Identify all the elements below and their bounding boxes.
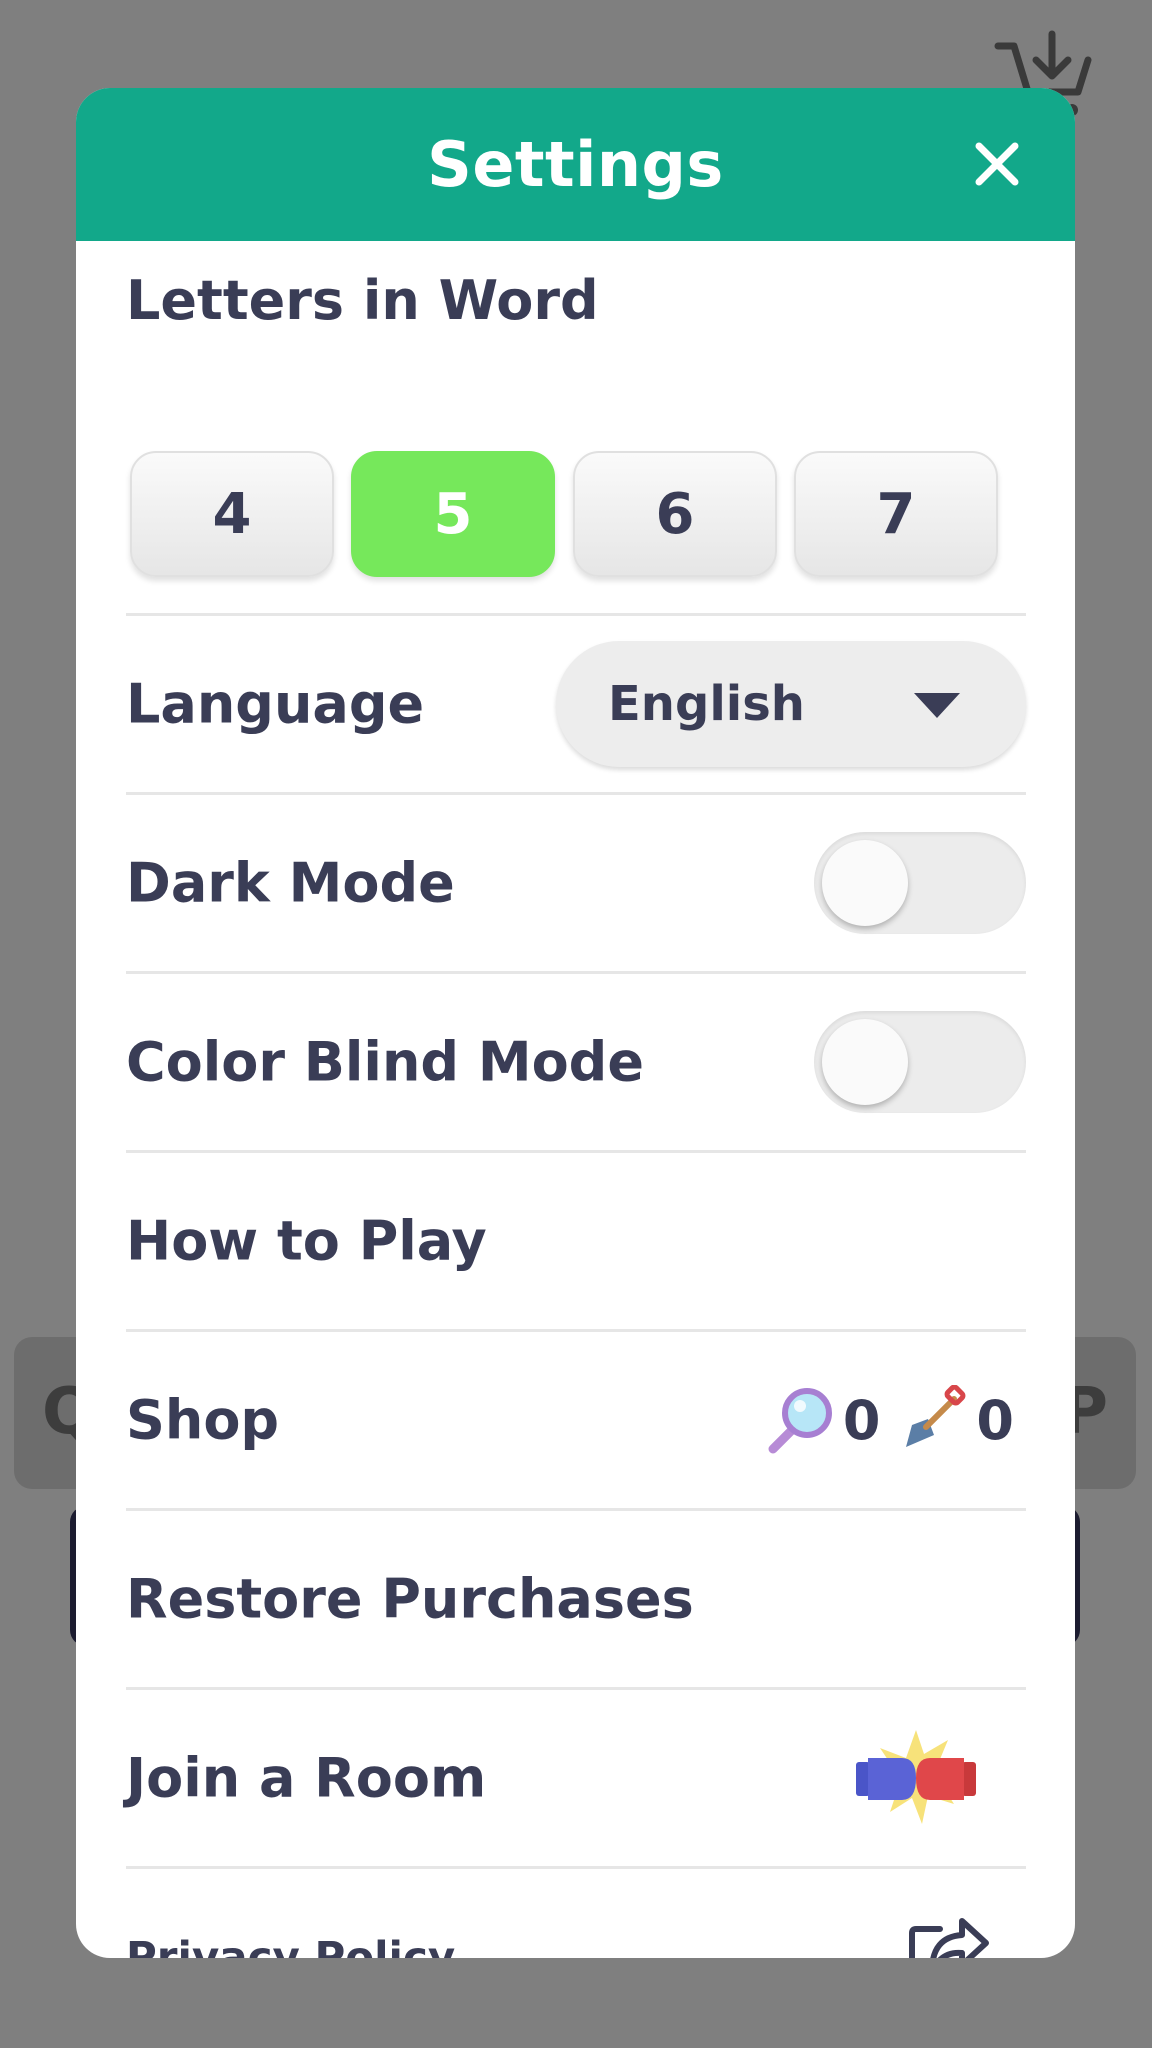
color-blind-mode-label: Color Blind Mode bbox=[126, 1030, 644, 1094]
restore-purchases-row[interactable]: Restore Purchases bbox=[126, 1508, 1026, 1687]
language-dropdown[interactable]: English bbox=[556, 641, 1026, 767]
magnifier-icon bbox=[768, 1388, 832, 1454]
letters-option-6[interactable]: 6 bbox=[573, 451, 777, 577]
privacy-policy-link[interactable]: Privacy Policy bbox=[126, 1933, 455, 1959]
dark-mode-row: Dark Mode bbox=[126, 792, 1026, 971]
toggle-knob bbox=[822, 840, 908, 926]
toggle-knob bbox=[822, 1019, 908, 1105]
how-to-play-label: How to Play bbox=[126, 1209, 487, 1273]
shovel-count: 0 bbox=[976, 1388, 1014, 1452]
restore-purchases-label: Restore Purchases bbox=[126, 1567, 694, 1631]
letters-option-5[interactable]: 5 bbox=[351, 451, 555, 577]
magnifier-count: 0 bbox=[842, 1388, 881, 1452]
language-label: Language bbox=[126, 672, 425, 736]
privacy-policy-row: Privacy Policy bbox=[126, 1866, 1026, 1958]
letters-option-4[interactable]: 4 bbox=[130, 451, 334, 577]
how-to-play-row[interactable]: How to Play bbox=[126, 1150, 1026, 1329]
shop-stats: 0 0 bbox=[765, 1385, 1014, 1455]
shop-row[interactable]: Shop 0 0 bbox=[126, 1329, 1026, 1508]
caret-down-icon bbox=[914, 693, 960, 718]
shop-label: Shop bbox=[126, 1388, 280, 1452]
color-blind-mode-row: Color Blind Mode bbox=[126, 971, 1026, 1150]
color-blind-mode-toggle[interactable] bbox=[814, 1011, 1026, 1113]
letters-in-word-label: Letters in Word bbox=[126, 269, 599, 332]
settings-modal: Settings Letters in Word 4 5 6 7 Languag… bbox=[76, 88, 1075, 1958]
shovel-icon bbox=[906, 1385, 966, 1447]
dark-mode-toggle[interactable] bbox=[814, 832, 1026, 934]
language-row: Language English bbox=[126, 613, 1026, 792]
dark-mode-label: Dark Mode bbox=[126, 851, 455, 915]
boxing-gloves-icon bbox=[856, 1730, 976, 1824]
close-icon[interactable] bbox=[967, 134, 1027, 194]
language-value: English bbox=[608, 676, 805, 732]
join-room-label: Join a Room bbox=[126, 1746, 487, 1810]
modal-header: Settings bbox=[76, 88, 1075, 241]
join-room-row[interactable]: Join a Room bbox=[126, 1687, 1026, 1866]
modal-title: Settings bbox=[427, 128, 724, 201]
letters-option-7[interactable]: 7 bbox=[794, 451, 998, 577]
share-icon[interactable] bbox=[906, 1917, 990, 1958]
